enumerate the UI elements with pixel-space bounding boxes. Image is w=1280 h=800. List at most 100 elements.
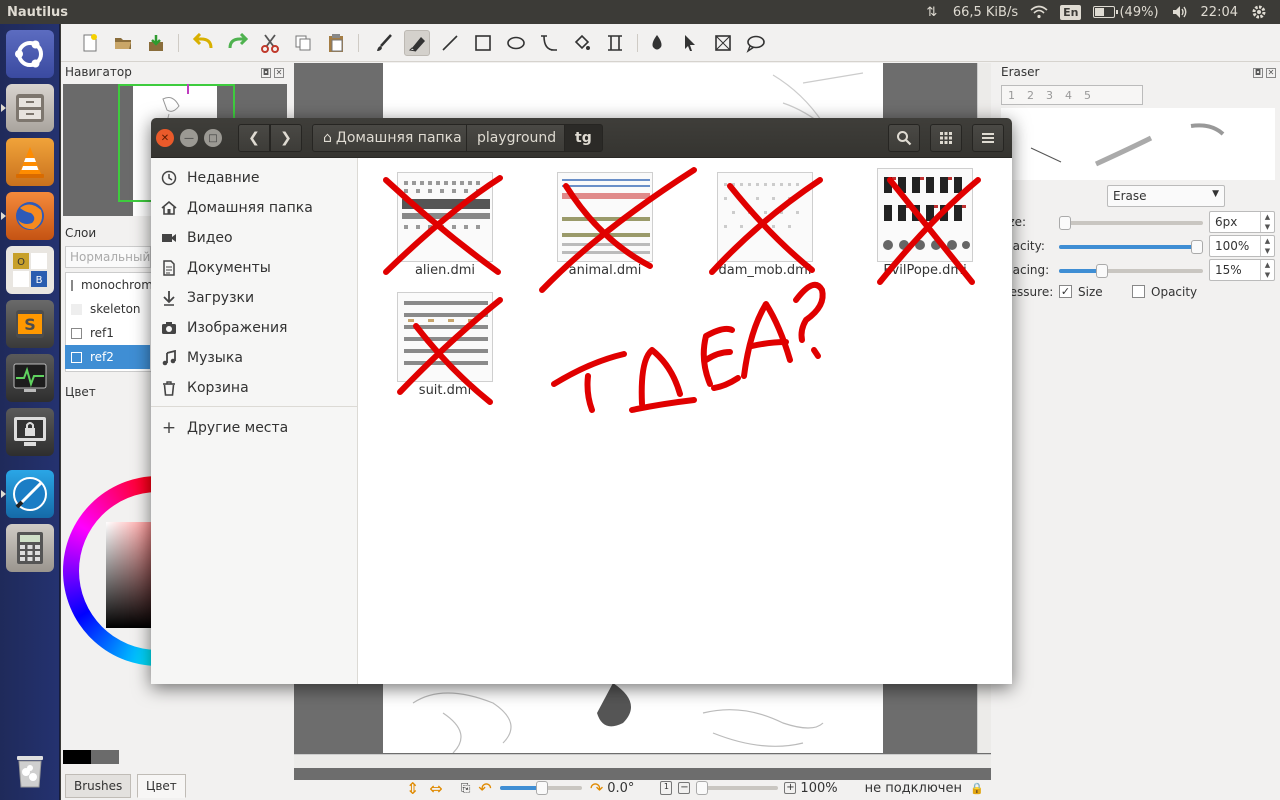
sidebar-item-home[interactable]: Домашняя папка [151,193,358,223]
freehand-brush-button[interactable] [371,30,397,56]
zoom-fit-icon[interactable]: 1 [660,781,673,795]
flip-vertical-icon[interactable]: ⇕ [406,779,419,798]
menu-button[interactable] [972,124,1004,152]
zoom-slider-knob[interactable] [696,781,709,795]
minimize-window-button[interactable]: — [180,129,198,147]
back-button[interactable]: ❮ [238,124,270,152]
rotation-slider-knob[interactable] [535,781,548,795]
spacing-slider[interactable] [1059,264,1203,278]
cut-button[interactable] [257,30,283,56]
sidebar-item-documents[interactable]: Документы [151,253,358,283]
view-mode-button[interactable] [930,124,962,152]
clock[interactable]: 22:04 [1201,5,1238,20]
launcher-system-monitor[interactable] [6,354,54,402]
zoom-out-icon[interactable]: − [678,782,691,794]
lock-icon[interactable]: 🔒 [970,782,984,795]
size-spinbox[interactable]: 6px ▲ ▼ [1209,211,1275,233]
tab-brushes[interactable]: Brushes [65,774,132,798]
rotate-left-icon[interactable]: ↶ [478,779,491,798]
close-window-button[interactable]: ✕ [156,129,174,147]
sidebar-item-other-locations[interactable]: + Другие места [151,413,358,443]
transform-tool-button[interactable] [710,30,736,56]
open-file-button[interactable] [110,30,136,56]
preset-1[interactable]: 1 [1008,89,1015,102]
brush-size-presets[interactable]: 1 2 3 4 5 [1001,85,1143,105]
launcher-trash[interactable] [6,746,54,794]
spacing-spinbox[interactable]: 15% ▲ ▼ [1209,259,1275,281]
layer-row-selected[interactable]: ref2 [65,345,150,369]
launcher-screen-lock[interactable] [6,408,54,456]
keyboard-layout[interactable]: En [1060,4,1082,20]
battery-indicator[interactable]: (49%) [1093,5,1159,20]
file-item[interactable]: alien.dmi [390,172,500,278]
file-item[interactable]: animal.dmi [550,172,660,278]
layer-row[interactable]: monochrome [65,273,160,297]
volume-icon[interactable] [1171,4,1189,20]
layer-row[interactable]: skeleton [65,297,150,321]
blend-mode-select[interactable]: Нормальный [65,246,151,268]
color-picker-button[interactable] [644,30,670,56]
rotation-slider[interactable] [499,781,582,795]
file-item[interactable]: suit.dmi [390,292,500,398]
file-item[interactable]: dam_mob.dmi [710,172,820,278]
launcher-libreoffice[interactable]: OB [6,246,54,294]
size-slider-knob[interactable] [1059,216,1071,230]
spin-arrows-icon[interactable]: ▲ ▼ [1260,260,1274,280]
layer-visibility-checkbox[interactable] [71,303,82,315]
spin-arrows-icon[interactable]: ▲ ▼ [1260,212,1274,232]
pressure-opacity-checkbox[interactable] [1132,285,1145,298]
brush-mode-select[interactable]: Erase ▼ [1107,185,1225,207]
breadcrumb-current[interactable]: tg [564,124,603,152]
new-file-button[interactable] [77,30,103,56]
sidebar-item-videos[interactable]: Видео [151,223,358,253]
opacity-spinbox[interactable]: 100% ▲ ▼ [1209,235,1275,257]
frame-tool-button[interactable] [602,30,628,56]
sidebar-item-trash[interactable]: Корзина [151,373,358,403]
undo-button[interactable] [191,30,217,56]
maximize-window-button[interactable]: □ [204,129,222,147]
flip-horizontal-icon[interactable]: ⇔ [429,779,442,798]
breadcrumb-home[interactable]: ⌂ Домашняя папка [312,124,473,152]
sidebar-item-recent[interactable]: Недавние [151,163,358,193]
sidebar-item-downloads[interactable]: Загрузки [151,283,358,313]
size-slider[interactable] [1059,216,1203,230]
eraser-tool-button[interactable] [404,30,430,56]
layer-visibility-checkbox[interactable] [71,279,73,291]
launcher-mypaint[interactable] [1,470,54,518]
forward-button[interactable]: ❯ [270,124,302,152]
sidebar-item-pictures[interactable]: Изображения [151,313,358,343]
launcher-sublime-text[interactable]: S [6,300,54,348]
layer-visibility-checkbox[interactable] [71,351,82,363]
launcher-ubuntu-dash[interactable] [6,30,54,78]
preset-3[interactable]: 3 [1046,89,1053,102]
preset-5[interactable]: 5 [1084,89,1091,102]
layer-row[interactable]: ref1 [65,321,150,345]
dock-float-icon[interactable]: ◘ [1253,68,1263,78]
opacity-slider[interactable] [1059,240,1203,254]
opacity-slider-knob[interactable] [1191,240,1203,254]
reset-rotation-icon[interactable]: ⎘ [461,781,471,796]
preset-2[interactable]: 2 [1027,89,1034,102]
rectangle-tool-button[interactable] [470,30,496,56]
wifi-icon[interactable] [1030,4,1048,20]
dock-close-icon[interactable]: ✕ [274,68,284,78]
primary-color-swatch[interactable] [63,750,91,764]
ellipse-tool-button[interactable] [503,30,529,56]
tab-color[interactable]: Цвет [137,774,186,798]
search-button[interactable] [888,124,920,152]
pressure-size-checkbox[interactable]: ✓ [1059,285,1072,298]
paste-button[interactable] [323,30,349,56]
spin-arrows-icon[interactable]: ▲ ▼ [1260,236,1274,256]
speech-tool-button[interactable] [743,30,769,56]
redo-button[interactable] [224,30,250,56]
save-file-button[interactable] [143,30,169,56]
layer-visibility-checkbox[interactable] [71,327,82,339]
pan-tool-button[interactable] [677,30,703,56]
spacing-slider-knob[interactable] [1096,264,1109,278]
dock-close-icon[interactable]: ✕ [1266,68,1276,78]
preset-4[interactable]: 4 [1065,89,1072,102]
network-transfer-icon[interactable]: ⇅ [923,4,941,20]
secondary-color-swatch[interactable] [91,750,119,764]
file-view[interactable]: alien.dmi animal.dmi dam_mob.dmi EvilPop… [358,158,1012,684]
file-item[interactable]: EvilPope.dmi [870,168,980,278]
